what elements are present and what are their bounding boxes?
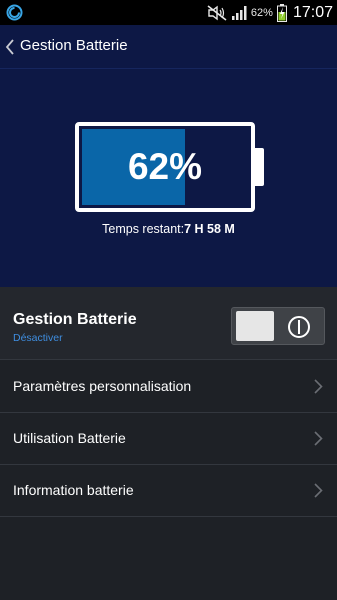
app-notification-icon: [6, 4, 23, 21]
chevron-right-icon: [314, 483, 323, 498]
menu-item-label: Information batterie: [13, 482, 134, 498]
menu-item-label: Paramètres personnalisation: [13, 378, 192, 394]
menu-item-battery-info[interactable]: Information batterie: [0, 465, 337, 517]
menu-item-battery-usage[interactable]: Utilisation Batterie: [0, 413, 337, 465]
switch-knob: [236, 311, 274, 341]
power-icon: [288, 316, 310, 338]
status-bar: 62% 17:07: [0, 0, 337, 25]
app-header: Gestion Batterie: [0, 25, 337, 69]
toggle-subtitle: Désactiver: [13, 332, 63, 344]
chevron-right-icon: [314, 379, 323, 394]
mute-icon: [207, 4, 227, 21]
remaining-time-value: 7 H 58 M: [184, 222, 235, 236]
remaining-time: Temps restant:7 H 58 M: [0, 222, 337, 236]
battery-management-switch[interactable]: [231, 307, 325, 345]
battery-management-toggle-row: Gestion Batterie Désactiver: [0, 287, 337, 360]
remaining-time-label: Temps restant:: [102, 222, 185, 236]
page-title[interactable]: Gestion Batterie: [20, 37, 128, 54]
battery-panel: 62% Temps restant:7 H 58 M: [0, 69, 337, 287]
status-battery-percent: 62%: [250, 6, 273, 19]
battery-charging-icon: [276, 3, 287, 22]
status-time: 17:07: [292, 3, 333, 21]
chevron-right-icon: [314, 431, 323, 446]
menu-item-personalization[interactable]: Paramètres personnalisation: [0, 361, 337, 413]
back-chevron-icon[interactable]: [5, 39, 15, 55]
toggle-title: Gestion Batterie: [13, 311, 137, 328]
signal-icon: [231, 5, 247, 20]
menu-item-label: Utilisation Batterie: [13, 430, 126, 446]
battery-percent-label: 62%: [127, 146, 203, 187]
status-bar-right: 62% 17:07: [207, 0, 333, 25]
